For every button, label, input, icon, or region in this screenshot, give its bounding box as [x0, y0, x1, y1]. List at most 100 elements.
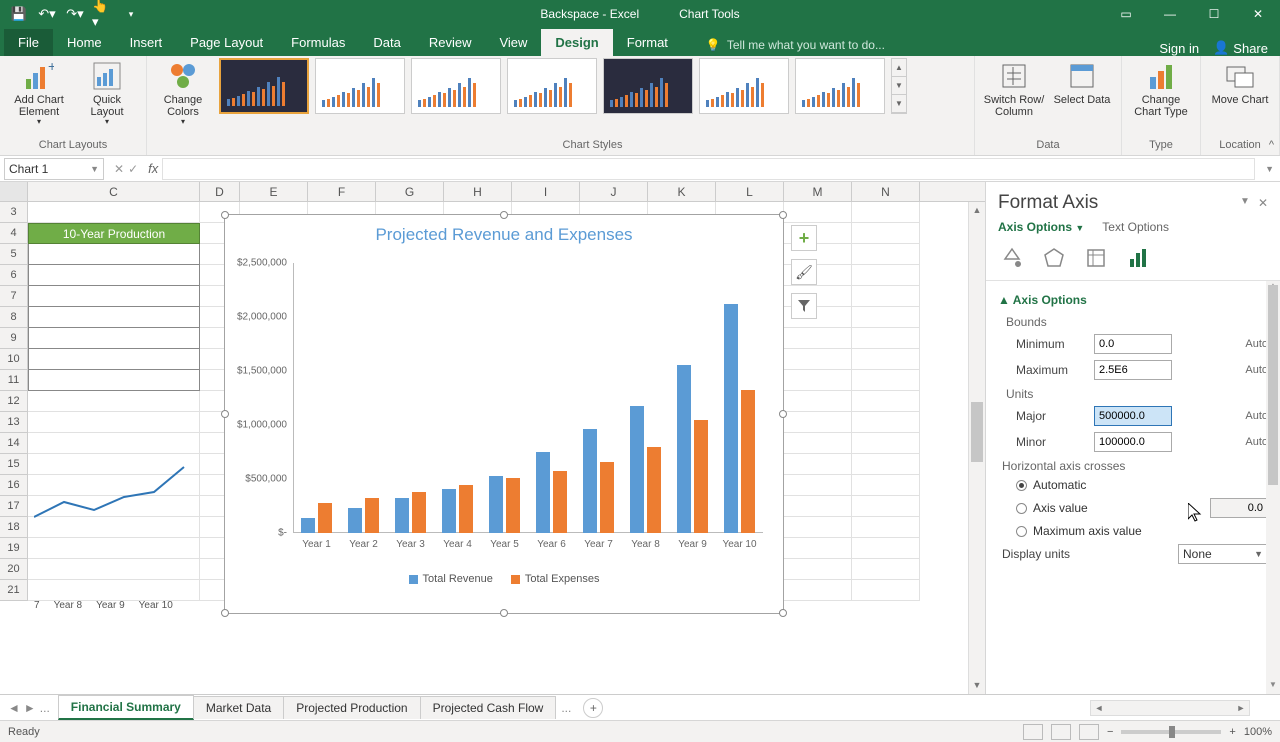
tab-data[interactable]: Data: [359, 29, 414, 56]
maximum-input[interactable]: [1094, 360, 1172, 380]
text-options-tab[interactable]: Text Options: [1102, 220, 1169, 234]
y-axis[interactable]: $2,500,000$2,000,000$1,500,000$1,000,000…: [231, 263, 291, 533]
zoom-in-icon[interactable]: +: [1229, 726, 1235, 738]
row-header[interactable]: 19: [0, 538, 28, 559]
chart-style-6[interactable]: [699, 58, 789, 114]
row-header[interactable]: 8: [0, 307, 28, 328]
row-header[interactable]: 4: [0, 223, 28, 244]
switch-row-column-button[interactable]: Switch Row/ Column: [983, 58, 1045, 118]
column-header[interactable]: M: [784, 182, 852, 201]
row-header[interactable]: 6: [0, 265, 28, 286]
pane-dropdown-icon[interactable]: ▼: [1240, 196, 1250, 210]
pane-scrollbar[interactable]: ▲▼: [1266, 281, 1280, 694]
name-box[interactable]: Chart 1 ▼: [4, 158, 104, 180]
new-sheet-button[interactable]: +: [583, 698, 603, 718]
chart-style-2[interactable]: [315, 58, 405, 114]
axis-options-icon[interactable]: [1124, 244, 1152, 272]
min-auto[interactable]: Auto: [1245, 338, 1268, 350]
sheet-nav-next-icon[interactable]: ►: [24, 701, 36, 715]
column-header[interactable]: J: [580, 182, 648, 201]
add-chart-element-button[interactable]: + Add Chart Element▾: [8, 58, 70, 127]
minimum-input[interactable]: [1094, 334, 1172, 354]
row-header[interactable]: 16: [0, 475, 28, 496]
plot-area[interactable]: [293, 263, 763, 533]
column-header[interactable]: H: [444, 182, 512, 201]
sheet-tab-financial-summary[interactable]: Financial Summary: [58, 695, 194, 720]
axis-options-section[interactable]: ▲ Axis Options: [998, 289, 1268, 311]
page-break-view-icon[interactable]: [1079, 724, 1099, 740]
column-header[interactable]: L: [716, 182, 784, 201]
column-header[interactable]: E: [240, 182, 308, 201]
max-auto[interactable]: Auto: [1245, 364, 1268, 376]
tab-page-layout[interactable]: Page Layout: [176, 29, 277, 56]
sheet-tab-projected-cash-flow[interactable]: Projected Cash Flow: [420, 696, 557, 719]
touch-mode-icon[interactable]: 👆▾: [92, 3, 114, 25]
chart-style-4[interactable]: [507, 58, 597, 114]
chart-style-gallery[interactable]: ▲▼▼: [219, 58, 907, 114]
column-header[interactable]: I: [512, 182, 580, 201]
row-header[interactable]: 20: [0, 559, 28, 580]
row-header[interactable]: 18: [0, 517, 28, 538]
row-header[interactable]: 5: [0, 244, 28, 265]
chart-style-7[interactable]: [795, 58, 885, 114]
sheet-tabs-more[interactable]: ...: [555, 701, 577, 715]
cancel-formula-icon[interactable]: ✕: [114, 162, 124, 176]
share-button[interactable]: 👤Share: [1213, 40, 1268, 56]
axis-value-input[interactable]: [1210, 498, 1268, 518]
enter-formula-icon[interactable]: ✓: [128, 162, 138, 176]
column-header[interactable]: N: [852, 182, 920, 201]
column-header[interactable]: F: [308, 182, 376, 201]
page-layout-view-icon[interactable]: [1051, 724, 1071, 740]
tab-home[interactable]: Home: [53, 29, 116, 56]
vertical-scrollbar[interactable]: ▲▼: [968, 202, 985, 694]
column-header[interactable]: C: [28, 182, 200, 201]
redo-icon[interactable]: ↷▾: [64, 3, 86, 25]
tell-me-search[interactable]: 💡 Tell me what you want to do...: [702, 34, 889, 56]
column-header[interactable]: G: [376, 182, 444, 201]
column-header[interactable]: K: [648, 182, 716, 201]
save-icon[interactable]: 💾: [8, 3, 30, 25]
ribbon-display-icon[interactable]: ▭: [1104, 0, 1148, 28]
row-header[interactable]: 10: [0, 349, 28, 370]
namebox-dropdown-icon[interactable]: ▼: [90, 164, 99, 174]
close-icon[interactable]: ✕: [1236, 0, 1280, 28]
display-units-select[interactable]: None▼: [1178, 544, 1268, 564]
size-properties-icon[interactable]: [1082, 244, 1110, 272]
row-header[interactable]: 11: [0, 370, 28, 391]
x-axis[interactable]: Year 1Year 2Year 3Year 4Year 5Year 6Year…: [293, 539, 763, 555]
row-header[interactable]: 14: [0, 433, 28, 454]
sheet-nav-more[interactable]: ...: [40, 701, 50, 715]
row-header[interactable]: 12: [0, 391, 28, 412]
minimize-icon[interactable]: —: [1148, 0, 1192, 28]
fill-line-icon[interactable]: [998, 244, 1026, 272]
crosses-max-value[interactable]: Maximum axis value: [998, 521, 1268, 541]
crosses-axis-value[interactable]: Axis value: [998, 495, 1268, 521]
minor-auto[interactable]: Auto: [1245, 436, 1268, 448]
chart-styles-button[interactable]: 🖌: [791, 259, 817, 285]
zoom-out-icon[interactable]: −: [1107, 726, 1113, 738]
zoom-slider[interactable]: [1121, 730, 1221, 734]
axis-options-tab[interactable]: Axis Options ▼: [998, 220, 1084, 234]
effects-icon[interactable]: [1040, 244, 1068, 272]
maximize-icon[interactable]: ☐: [1192, 0, 1236, 28]
major-auto[interactable]: Auto: [1245, 410, 1268, 422]
row-header[interactable]: 9: [0, 328, 28, 349]
zoom-level[interactable]: 100%: [1244, 726, 1272, 738]
quick-layout-button[interactable]: Quick Layout▾: [76, 58, 138, 127]
gallery-scroll[interactable]: ▲▼▼: [891, 58, 907, 114]
undo-icon[interactable]: ↶▾: [36, 3, 58, 25]
row-header[interactable]: 7: [0, 286, 28, 307]
row-header[interactable]: 13: [0, 412, 28, 433]
row-header[interactable]: 3: [0, 202, 28, 223]
tab-design[interactable]: Design: [541, 29, 612, 56]
sign-in-link[interactable]: Sign in: [1159, 41, 1199, 56]
move-chart-button[interactable]: Move Chart: [1209, 58, 1271, 106]
horizontal-scrollbar[interactable]: ◄►: [1090, 700, 1250, 716]
tab-formulas[interactable]: Formulas: [277, 29, 359, 56]
select-data-button[interactable]: Select Data: [1051, 58, 1113, 106]
row-header[interactable]: 15: [0, 454, 28, 475]
sheet-tab-market-data[interactable]: Market Data: [193, 696, 284, 719]
qat-customize-icon[interactable]: ▾: [120, 3, 142, 25]
minor-unit-input[interactable]: [1094, 432, 1172, 452]
pane-close-icon[interactable]: ✕: [1258, 196, 1268, 210]
